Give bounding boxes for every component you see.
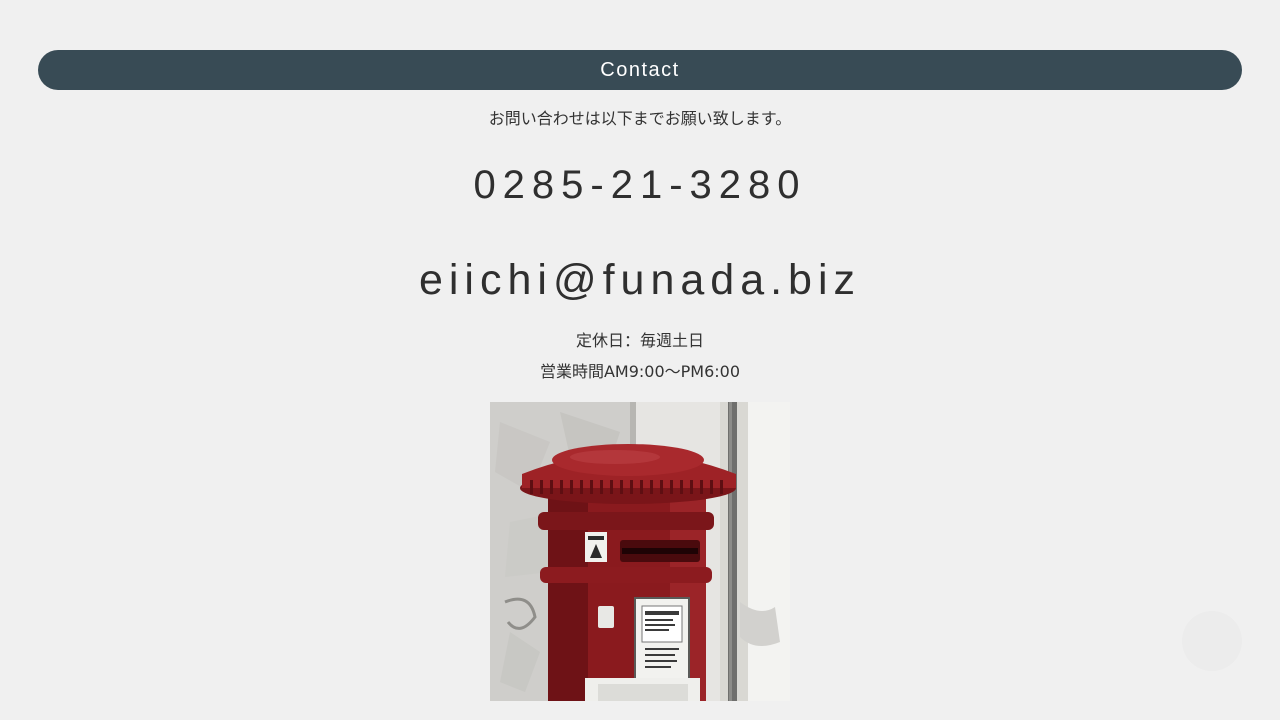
contact-page: Contact お問い合わせは以下までお願い致します。 0285-21-3280… [0, 0, 1280, 720]
holiday-text: 定休日：毎週土日 [575, 331, 704, 350]
contact-header-bar: Contact [38, 50, 1242, 90]
intro-text: お問い合わせは以下までお願い致します。 [488, 109, 792, 128]
section-title: Contact [600, 58, 680, 81]
postbox-photo [490, 402, 790, 701]
phone-number[interactable]: 0285-21-3280 [0, 163, 1280, 208]
floating-action-button[interactable] [1182, 611, 1242, 671]
business-hours-text: 営業時間AM9:00〜PM6:00 [539, 362, 741, 381]
email-link[interactable]: eiichi@funada.biz [0, 256, 1280, 305]
